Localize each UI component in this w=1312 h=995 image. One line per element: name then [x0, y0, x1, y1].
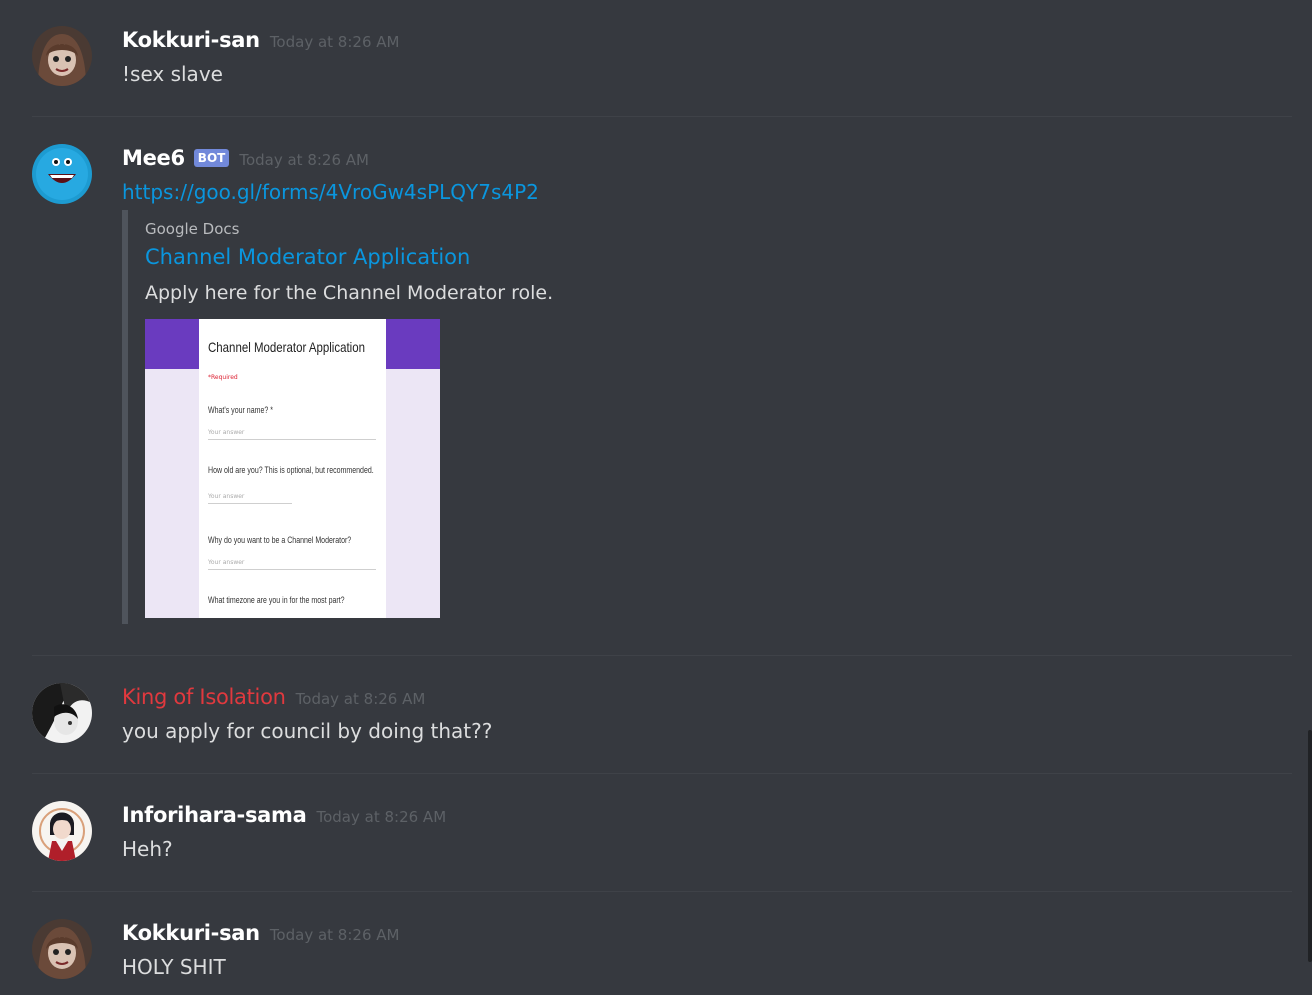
form-answer-placeholder: Your answer [208, 429, 245, 436]
form-answer-line [208, 569, 376, 570]
form-answer-line [208, 439, 376, 440]
message: King of Isolation Today at 8:26 AM you a… [0, 655, 1312, 773]
embed-description: Apply here for the Channel Moderator rol… [145, 282, 554, 304]
form-answer-placeholder: Your answer [208, 493, 245, 500]
form-question: What's your name? * [208, 405, 273, 415]
king-of-isolation-avatar-icon[interactable] [32, 683, 92, 743]
message: Inforihara-sama Today at 8:26 AM Heh? [0, 773, 1312, 891]
embed-provider: Google Docs [145, 220, 240, 238]
username[interactable]: Kokkuri-san [122, 921, 260, 945]
form-question: How old are you? This is optional, but r… [208, 465, 374, 475]
chat-messages: Kokkuri-san Today at 8:26 AM !sex slave … [0, 0, 1312, 995]
message: Kokkuri-san Today at 8:26 AM HOLY SHIT [0, 891, 1312, 995]
bot-tag-badge: BOT [193, 149, 230, 167]
inforihara-avatar-icon[interactable] [32, 801, 92, 861]
scrollbar[interactable] [1308, 730, 1312, 962]
kokkuri-avatar-icon[interactable] [32, 919, 92, 979]
embed-title-link[interactable]: Channel Moderator Application [145, 245, 470, 269]
username[interactable]: Inforihara-sama [122, 803, 307, 827]
message-content: Heh? [122, 837, 173, 861]
username[interactable]: King of Isolation [122, 685, 286, 709]
link-embed: Google Docs Channel Moderator Applicatio… [122, 210, 553, 624]
message-content: HOLY SHIT [122, 955, 226, 979]
message-link[interactable]: https://goo.gl/forms/4VroGw4sPLQY7s4P2 [122, 180, 539, 204]
mee6-avatar-icon[interactable] [32, 144, 92, 204]
username[interactable]: Mee6 [122, 146, 185, 170]
embed-thumbnail-image[interactable]: Channel Moderator Application *Required … [145, 319, 440, 618]
form-required-note: *Required [208, 374, 238, 381]
message: Mee6 BOT Today at 8:26 AM https://goo.gl… [0, 0, 1312, 655]
form-answer-placeholder: Your answer [208, 559, 245, 566]
form-answer-line [208, 503, 292, 504]
form-card: Channel Moderator Application *Required … [199, 319, 386, 618]
message-timestamp: Today at 8:26 AM [269, 926, 400, 944]
message-timestamp: Today at 8:26 AM [295, 690, 426, 708]
message-content: you apply for council by doing that?? [122, 719, 493, 743]
form-question: Why do you want to be a Channel Moderato… [208, 535, 352, 545]
form-title: Channel Moderator Application [208, 339, 366, 355]
message-timestamp: Today at 8:26 AM [316, 808, 447, 826]
message-timestamp: Today at 8:26 AM [239, 151, 369, 169]
form-question: What timezone are you in for the most pa… [208, 595, 345, 605]
